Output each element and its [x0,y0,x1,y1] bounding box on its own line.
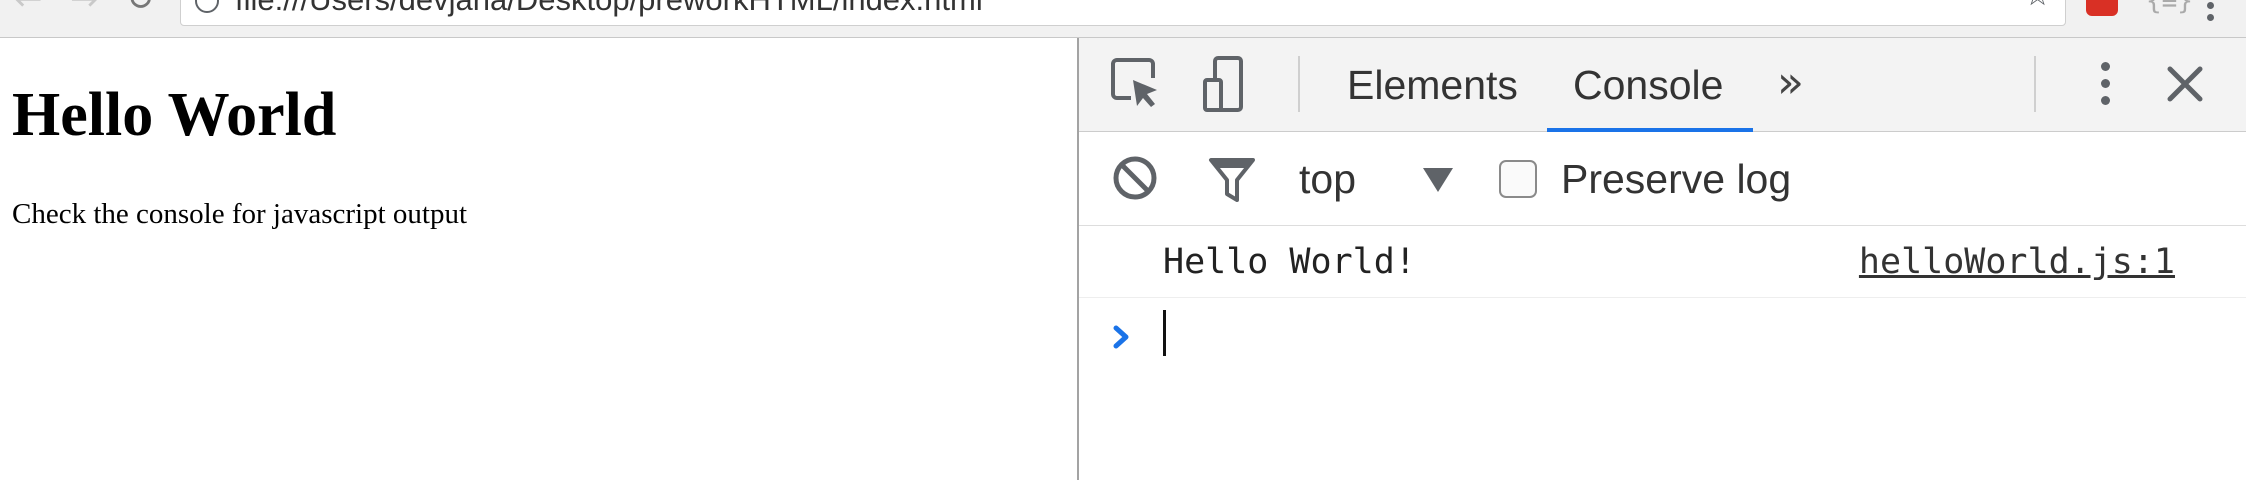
info-icon[interactable] [195,0,219,13]
clear-console-icon[interactable] [1111,154,1159,202]
page-subtext: Check the console for javascript output [12,198,468,230]
browser-menu-icon[interactable] [2207,0,2217,21]
toolbar-divider [1298,56,1300,112]
toolbar-divider [2034,56,2036,112]
console-log-entry: Hello World! helloWorld.js:1 [1079,226,2246,298]
devtools-panel: Elements Console » top Preserve log Hell… [1077,38,2246,480]
dropdown-arrow-icon[interactable] [1421,166,1455,194]
browser-toolbar: ← → ↻ file:///Users/devjana/Desktop/prew… [0,0,2246,38]
device-toolbar-icon[interactable] [1203,56,1243,112]
tab-console[interactable]: Console [1573,38,1723,132]
more-tabs-icon[interactable]: » [1777,38,1804,132]
extension-icon[interactable] [2086,0,2118,16]
log-message: Hello World! [1163,242,1416,282]
url-text[interactable]: file:///Users/devjana/Desktop/preworkHTM… [235,0,983,17]
filter-icon[interactable] [1207,154,1257,204]
console-prompt[interactable] [1079,300,2246,372]
page-heading: Hello World [12,81,337,149]
reload-icon[interactable]: ↻ [126,0,155,16]
prompt-chevron-icon [1113,325,1129,349]
forward-icon[interactable]: → [70,0,99,16]
console-input-caret[interactable] [1163,310,1166,356]
preserve-log-label[interactable]: Preserve log [1561,132,1791,226]
context-selector[interactable]: top [1299,132,1356,226]
extension-badge-icon[interactable]: {≡} [2146,0,2193,18]
preserve-log-checkbox[interactable] [1499,160,1537,198]
devtools-toolbar: Elements Console » [1079,38,2246,132]
inspect-element-icon[interactable] [1111,58,1161,110]
kebab-menu-icon[interactable] [2101,62,2113,110]
back-icon[interactable]: ← [14,0,43,16]
close-icon[interactable] [2165,64,2205,104]
console-toolbar: top Preserve log [1079,132,2246,226]
page-viewport: Hello World Check the console for javasc… [0,38,1077,480]
tab-elements[interactable]: Elements [1347,38,1518,132]
address-bar[interactable]: file:///Users/devjana/Desktop/preworkHTM… [180,0,2066,26]
star-icon[interactable]: ☆ [2024,0,2051,13]
log-source-link[interactable]: helloWorld.js:1 [1859,226,2175,298]
